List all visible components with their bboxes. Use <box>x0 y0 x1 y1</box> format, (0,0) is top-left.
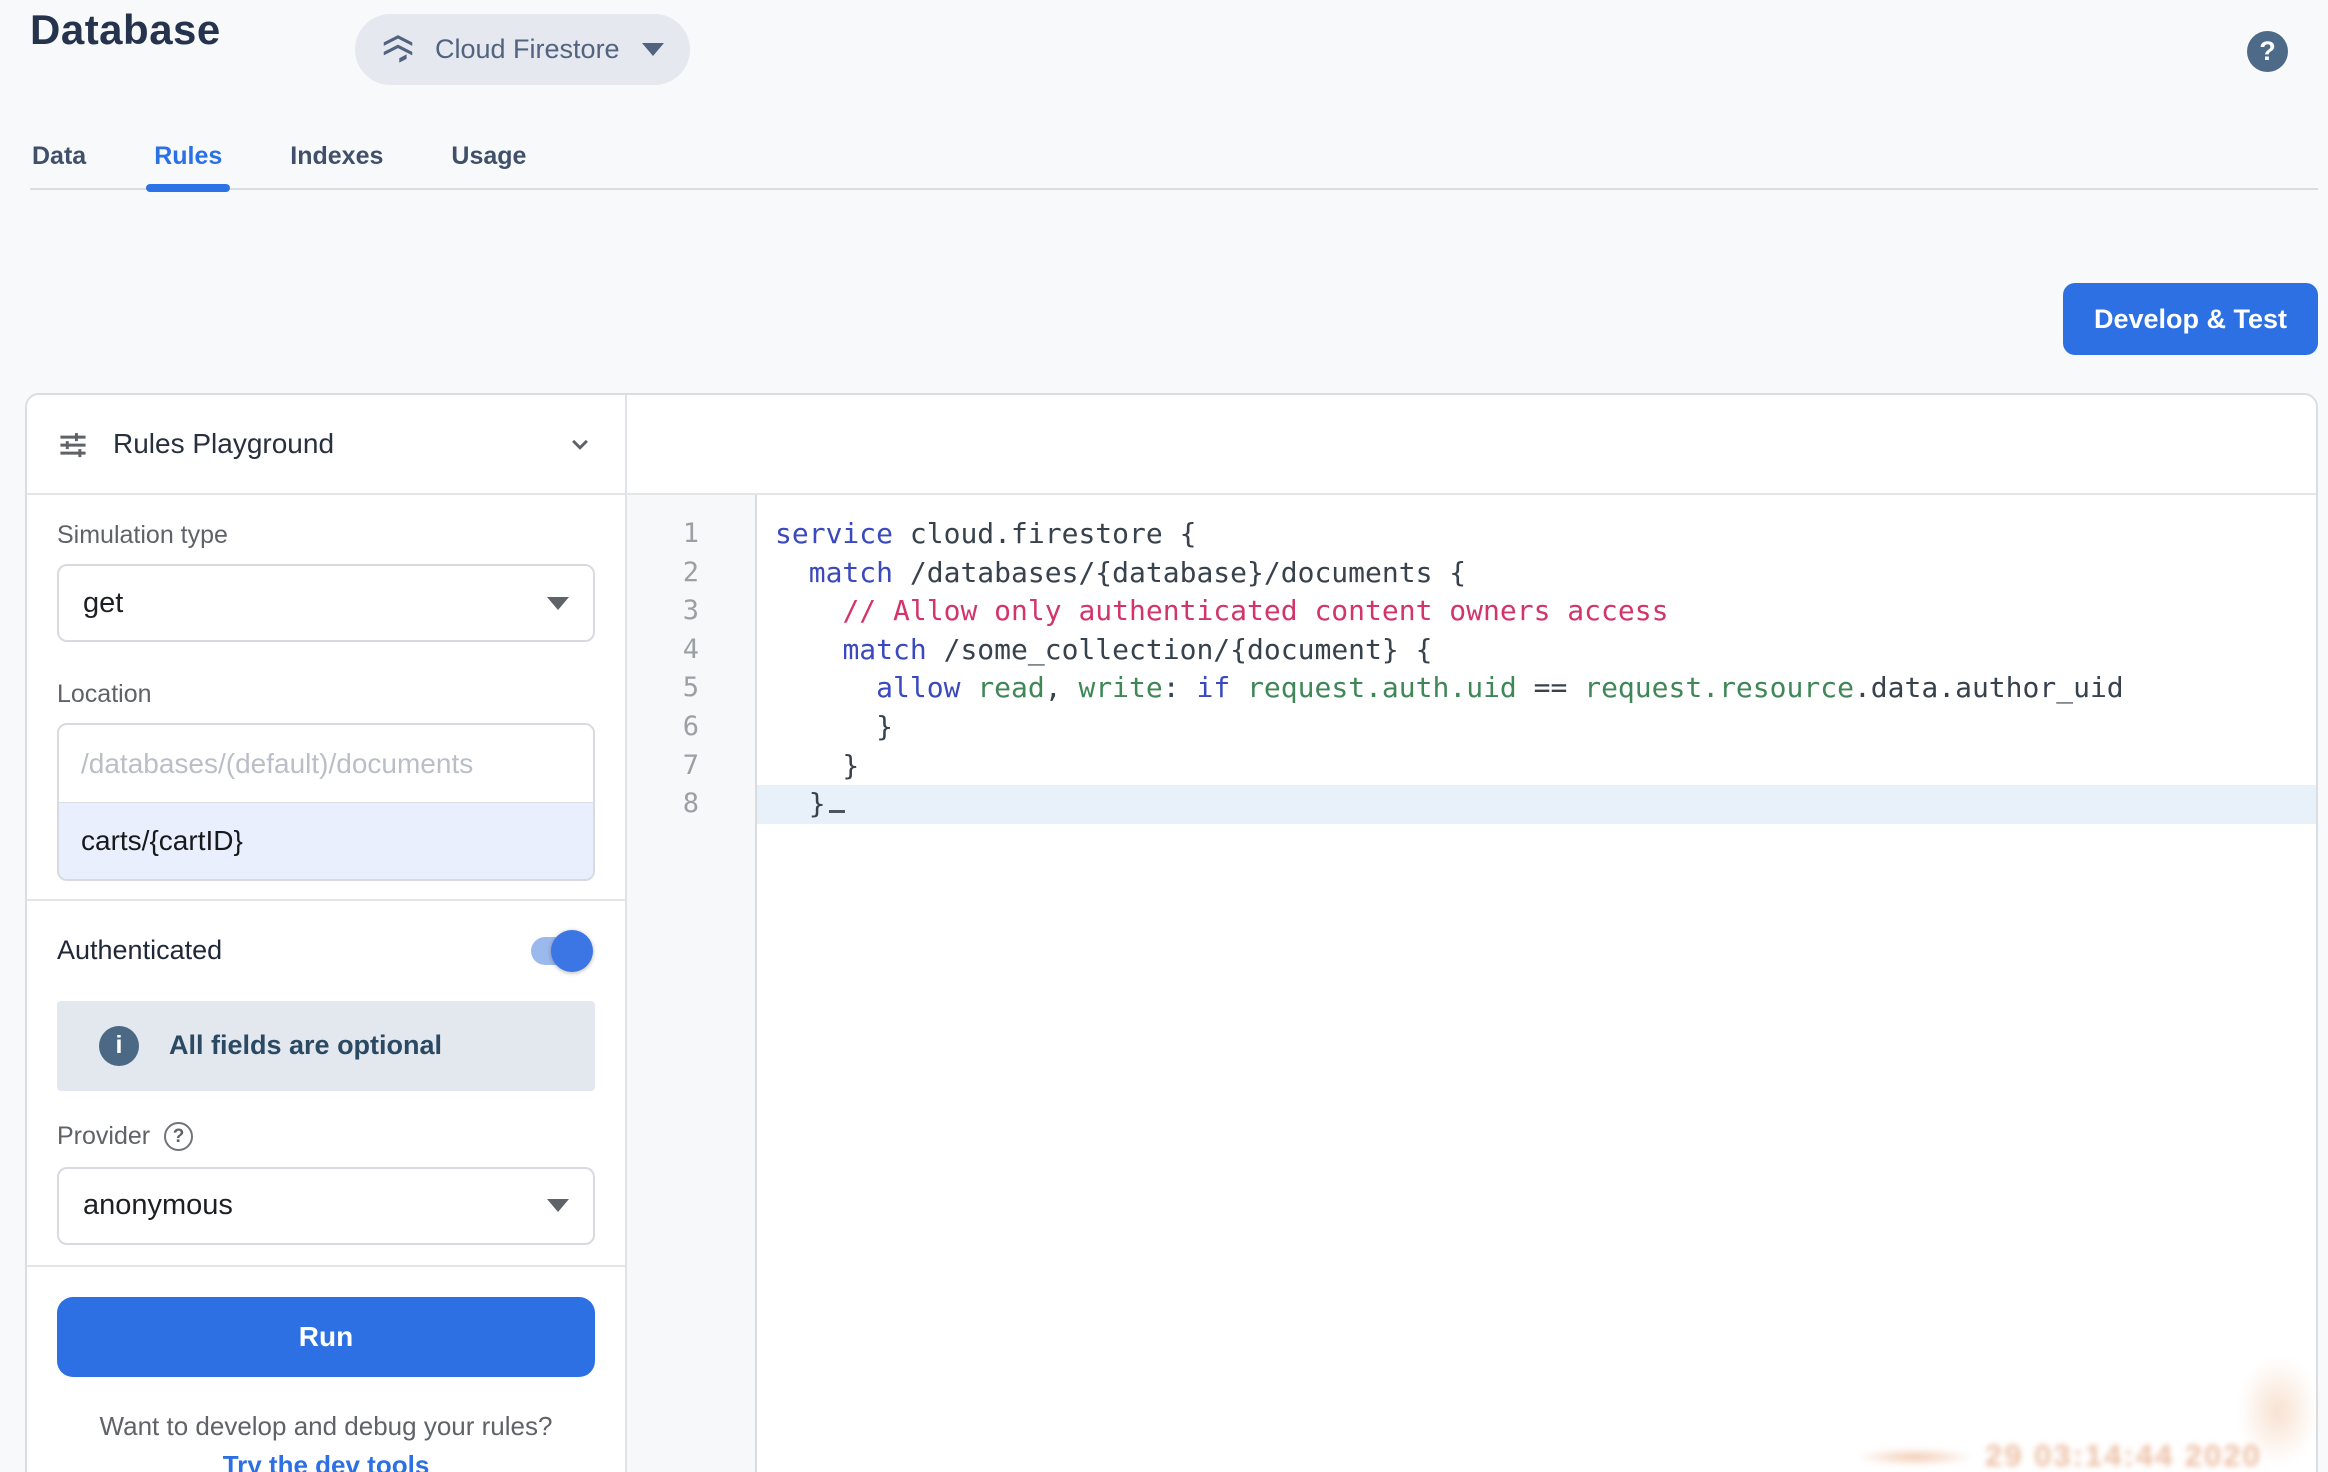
simulation-section: Simulation type get Location /databases/… <box>27 495 625 901</box>
authenticated-toggle[interactable] <box>531 937 589 965</box>
tab-rules[interactable]: Rules <box>120 124 256 188</box>
provider-value: anonymous <box>83 1189 233 1222</box>
tab-bar: Data Rules Indexes Usage <box>30 124 2318 190</box>
line-number: 7 <box>627 747 699 786</box>
rules-editor: 12345678 service cloud.firestore { match… <box>627 395 2316 1472</box>
question-mark-icon: ? <box>2259 36 2276 67</box>
code-line-4[interactable]: match /some_collection/{document} { <box>757 631 2316 670</box>
code-line-6[interactable]: } <box>757 708 2316 747</box>
tab-usage[interactable]: Usage <box>417 124 560 188</box>
watermark-artifact: 29 03:14:44 2020 <box>1985 1438 2262 1472</box>
develop-test-button[interactable]: Develop & Test <box>2063 283 2318 355</box>
rules-playground-title: Rules Playground <box>113 428 565 460</box>
editor-code[interactable]: service cloud.firestore { match /databas… <box>757 495 2316 1472</box>
dropdown-arrow-icon <box>547 1199 569 1212</box>
line-number: 2 <box>627 554 699 593</box>
line-number: 6 <box>627 708 699 747</box>
devtools-link[interactable]: Try the dev tools <box>57 1450 595 1472</box>
tab-indexes[interactable]: Indexes <box>256 124 417 188</box>
code-line-3[interactable]: // Allow only authenticated content owne… <box>757 592 2316 631</box>
auth-section: Authenticated i All fields are optional … <box>27 901 625 1267</box>
info-icon: i <box>99 1026 139 1066</box>
editor-toolbar <box>627 395 2316 495</box>
editor-body: 12345678 service cloud.firestore { match… <box>627 495 2316 1472</box>
code-line-2[interactable]: match /databases/{database}/documents { <box>757 554 2316 593</box>
toggle-thumb <box>551 930 593 972</box>
tab-data[interactable]: Data <box>30 124 120 188</box>
product-selector-chip[interactable]: Cloud Firestore <box>355 14 690 85</box>
provider-help-icon[interactable]: ? <box>164 1122 193 1151</box>
location-field: /databases/(default)/documents carts/{ca… <box>57 723 595 881</box>
collapse-chevron-icon[interactable] <box>565 429 595 459</box>
provider-label: Provider <box>57 1122 150 1151</box>
line-number: 4 <box>627 631 699 670</box>
rules-card: Rules Playground Simulation type get Loc… <box>25 393 2318 1472</box>
code-line-5[interactable]: allow read, write: if request.auth.uid =… <box>757 669 2316 708</box>
location-value[interactable]: carts/{cartID} <box>59 802 593 879</box>
location-input[interactable]: /databases/(default)/documents <box>59 725 593 802</box>
code-line-7[interactable]: } <box>757 747 2316 786</box>
cloud-firestore-icon <box>379 31 417 69</box>
line-number: 1 <box>627 515 699 554</box>
simulation-type-label: Simulation type <box>57 521 595 550</box>
product-selector-label: Cloud Firestore <box>435 34 620 65</box>
run-button[interactable]: Run <box>57 1297 595 1377</box>
authenticated-label: Authenticated <box>57 935 222 966</box>
help-button[interactable]: ? <box>2247 31 2288 72</box>
text-cursor <box>829 810 845 813</box>
location-label: Location <box>57 680 595 709</box>
line-number: 8 <box>627 785 699 824</box>
editor-gutter: 12345678 <box>627 495 757 1472</box>
line-number: 5 <box>627 669 699 708</box>
devtools-question: Want to develop and debug your rules? <box>57 1411 595 1442</box>
simulation-type-select[interactable]: get <box>57 564 595 642</box>
provider-select[interactable]: anonymous <box>57 1167 595 1245</box>
rules-playground-header[interactable]: Rules Playground <box>27 395 625 495</box>
chevron-down-icon <box>642 43 664 56</box>
page-title: Database <box>30 6 221 54</box>
code-line-8[interactable]: } <box>757 785 2316 824</box>
simulation-type-value: get <box>83 587 123 620</box>
dropdown-arrow-icon <box>547 597 569 610</box>
watermark-artifact <box>1855 1448 1975 1466</box>
code-line-1[interactable]: service cloud.firestore { <box>757 515 2316 554</box>
info-banner: i All fields are optional <box>57 1001 595 1091</box>
rules-playground-panel: Rules Playground Simulation type get Loc… <box>27 395 627 1472</box>
tune-icon <box>57 428 89 460</box>
run-section: Run Want to develop and debug your rules… <box>27 1267 625 1472</box>
info-banner-text: All fields are optional <box>169 1030 442 1061</box>
line-number: 3 <box>627 592 699 631</box>
